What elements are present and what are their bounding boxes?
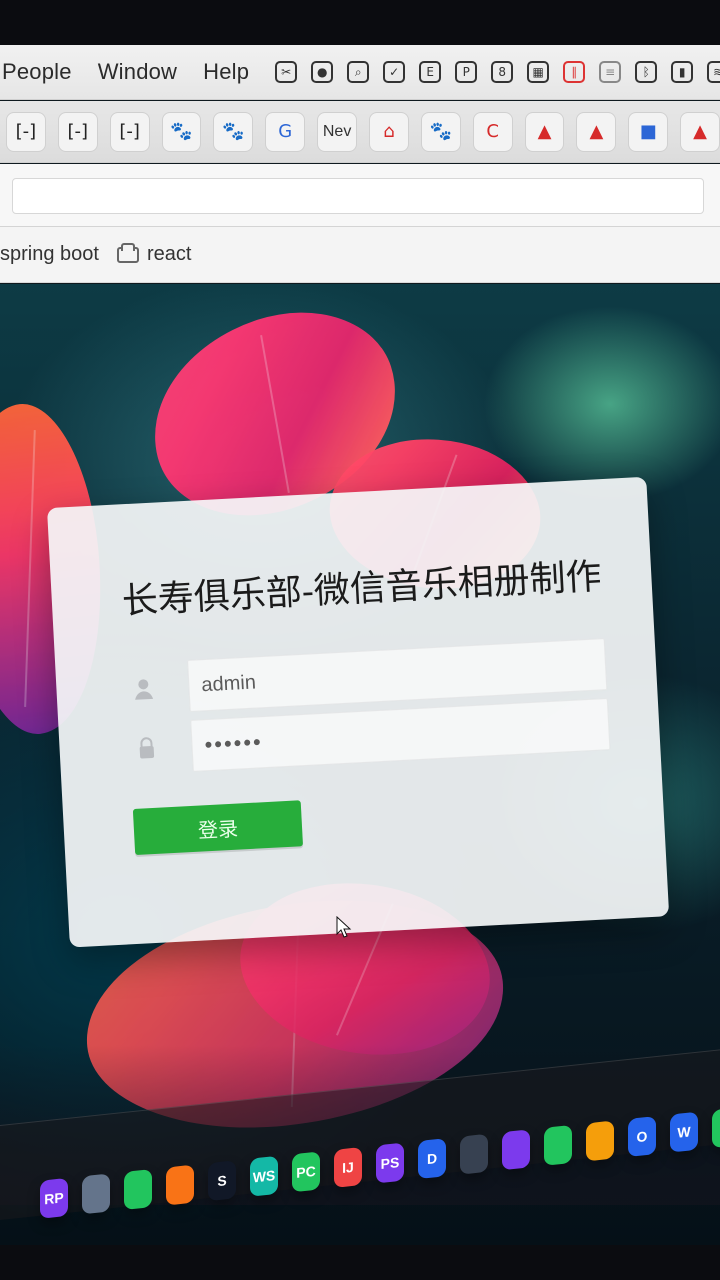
- tab-12[interactable]: ■: [628, 111, 669, 152]
- tab-icon-13: ▲: [693, 120, 708, 142]
- tab-icon-8: 🐾: [429, 120, 453, 142]
- pause-icon[interactable]: ∥: [563, 61, 586, 83]
- tab-icon-12: ■: [639, 120, 657, 142]
- box-icon[interactable]: [166, 1164, 194, 1206]
- tab-8[interactable]: 🐾: [420, 111, 461, 152]
- tab-4[interactable]: 🐾: [213, 111, 254, 152]
- wifi-icon[interactable]: ≋: [707, 61, 720, 83]
- bear-icon[interactable]: [82, 1173, 110, 1215]
- phpstorm-icon[interactable]: PS: [376, 1142, 404, 1184]
- bookmark-label: react: [146, 243, 192, 265]
- tab-icon-3: 🐾: [170, 120, 193, 142]
- check-icon[interactable]: ✓: [383, 61, 406, 83]
- tab-icon-1: [-]: [67, 120, 89, 142]
- url-field[interactable]: [12, 178, 704, 214]
- notes-app-icon[interactable]: [586, 1120, 614, 1162]
- evernote-icon[interactable]: E: [419, 61, 442, 83]
- lock-icon: [129, 730, 165, 766]
- tab-7[interactable]: ⌂: [369, 111, 409, 152]
- lily-icon[interactable]: [124, 1169, 152, 1210]
- tab-1[interactable]: [-]: [57, 111, 98, 152]
- mac-menubar: People Window Help ✂ ● ⌕ ✓ E P 8 ▦ ∥ ≡ ᛒ…: [0, 45, 720, 100]
- pycharm-icon[interactable]: PC: [292, 1151, 320, 1193]
- tab-icon-10: ▲: [537, 120, 552, 142]
- pocket-icon[interactable]: P: [455, 61, 478, 83]
- checkmark-icon[interactable]: [502, 1129, 530, 1171]
- tab-icon-11: ▲: [589, 120, 604, 142]
- scissors-icon[interactable]: ✂: [275, 61, 298, 83]
- bookmarks-bar: spring boot react: [0, 227, 720, 283]
- tab-2[interactable]: [-]: [109, 111, 150, 152]
- page-title: 长寿俱乐部-微信音乐相册制作: [120, 556, 603, 623]
- bluetooth-icon[interactable]: ᛒ: [635, 61, 658, 83]
- intellij-icon[interactable]: IJ: [334, 1146, 362, 1188]
- username-value: admin: [200, 670, 257, 696]
- user-icon-svg: [135, 679, 154, 700]
- excel-icon[interactable]: X: [712, 1107, 720, 1149]
- monitor-screen: People Window Help ✂ ● ⌕ ✓ E P 8 ▦ ∥ ≡ ᛒ…: [0, 45, 720, 1245]
- tab-icon-2: [-]: [119, 120, 140, 142]
- wechat-icon[interactable]: ●: [311, 61, 334, 83]
- tab-icon-4: 🐾: [222, 120, 245, 142]
- tab-icon-5: G: [278, 120, 293, 142]
- axure-rp-icon[interactable]: RP: [40, 1177, 68, 1219]
- notes-icon[interactable]: ▦: [527, 61, 550, 83]
- mouse-cursor-icon: [336, 916, 352, 938]
- sublime-icon[interactable]: S: [208, 1160, 236, 1202]
- tab-9[interactable]: C: [472, 111, 513, 152]
- tab-5[interactable]: G: [265, 111, 306, 152]
- list-icon[interactable]: ≡: [599, 61, 622, 83]
- tab-icon-0: [-]: [15, 120, 37, 142]
- folder-icon: [116, 242, 139, 263]
- tab-icon-9: C: [486, 120, 499, 142]
- browser-tabs: [-] [-] [-] 🐾 🐾 G Nev ⌂ 🐾 C ▲ ▲ ■ ▲: [0, 101, 720, 163]
- webstorm-icon[interactable]: WS: [250, 1155, 278, 1197]
- address-bar: [0, 164, 720, 227]
- tab-3[interactable]: 🐾: [161, 111, 202, 152]
- user-icon: [126, 670, 162, 706]
- word-icon[interactable]: W: [670, 1111, 698, 1153]
- tab-13[interactable]: ▲: [680, 111, 720, 152]
- menu-help[interactable]: Help: [203, 59, 249, 85]
- bookmark-react[interactable]: react: [116, 242, 192, 266]
- login-card: 长寿俱乐部-微信音乐相册制作 admin •••••• 登录: [46, 476, 670, 948]
- password-value: ••••••: [203, 729, 264, 758]
- datagrip-icon[interactable]: D: [418, 1138, 446, 1180]
- tab-10[interactable]: ▲: [524, 111, 565, 152]
- bookmark-label: spring boot: [0, 243, 99, 265]
- tab-11[interactable]: ▲: [576, 111, 617, 152]
- tab-label-6: Nev: [322, 122, 352, 140]
- menubar-status-area: ✂ ● ⌕ ✓ E P 8 ▦ ∥ ≡ ᛒ ▮ ≋: [275, 61, 720, 83]
- puzzle-icon[interactable]: [544, 1124, 572, 1166]
- tab-0[interactable]: [-]: [6, 111, 46, 152]
- lock-icon-svg: [139, 737, 155, 759]
- battery-icon[interactable]: ▮: [671, 61, 694, 83]
- tab-icon-7: ⌂: [383, 120, 395, 142]
- bookmark-spring-boot[interactable]: spring boot: [0, 243, 99, 266]
- login-button[interactable]: 登录: [132, 800, 304, 855]
- tab-6[interactable]: Nev: [317, 111, 358, 152]
- outlook-icon[interactable]: O: [628, 1116, 656, 1157]
- search-icon[interactable]: ⌕: [347, 61, 370, 83]
- sourcetree-icon[interactable]: [460, 1133, 488, 1175]
- calendar-icon[interactable]: 8: [491, 61, 514, 83]
- menu-window[interactable]: Window: [98, 59, 177, 85]
- menu-people[interactable]: People: [2, 59, 72, 85]
